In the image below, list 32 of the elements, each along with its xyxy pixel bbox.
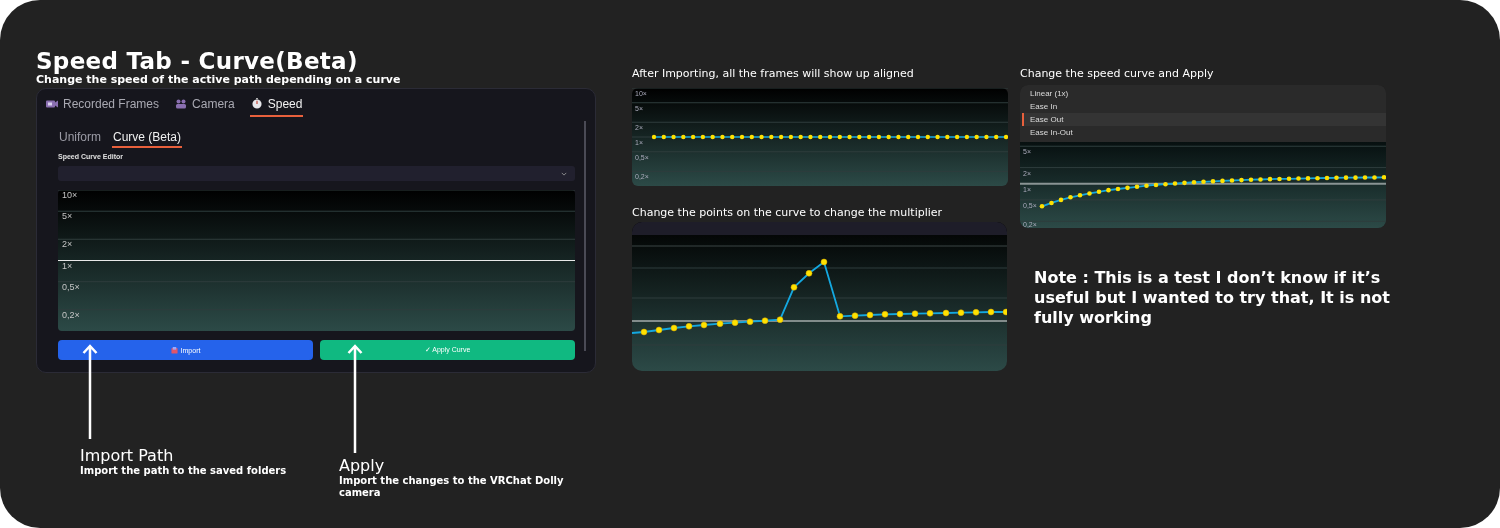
camera-icon bbox=[46, 98, 58, 109]
tab[interactable]: Recorded Frames bbox=[45, 95, 161, 117]
curve-dropdown[interactable] bbox=[58, 166, 575, 181]
mode-tab[interactable]: Uniform bbox=[58, 130, 102, 148]
stopwatch-icon bbox=[250, 98, 263, 109]
menu-item[interactable]: Ease In-Out bbox=[1022, 126, 1386, 139]
slide-title: Speed Tab - Curve(Beta) bbox=[36, 48, 359, 74]
menu-item[interactable]: Ease Out bbox=[1022, 113, 1386, 126]
scale-label: 10× bbox=[62, 190, 78, 200]
callout-text: Import the path to the saved folders bbox=[80, 465, 288, 477]
step-caption: Change the points on the curve to change the multiplier bbox=[632, 206, 944, 219]
step-caption: After Importing, all the frames will show up aligned bbox=[632, 67, 915, 80]
group-icon bbox=[175, 98, 188, 109]
menu-item[interactable]: Ease In bbox=[1022, 100, 1386, 113]
tab[interactable]: Camera bbox=[174, 95, 236, 117]
menu-item[interactable]: Linear (1x) bbox=[1022, 87, 1386, 100]
caret-icon bbox=[561, 171, 567, 176]
callout-title: Apply bbox=[339, 457, 386, 475]
mode-tab[interactable]: Curve (Beta) bbox=[112, 130, 183, 148]
callout-title: Import Path bbox=[80, 447, 175, 465]
slide-subtitle: Change the speed of the active path depending on a curve bbox=[36, 74, 402, 86]
scale-label: 2× bbox=[62, 239, 73, 250]
scale-label: 1× bbox=[62, 260, 73, 271]
box-icon bbox=[170, 346, 178, 354]
callout-text: Import the changes to the VRChat Dolly camera bbox=[339, 475, 565, 499]
scale-label: 5× bbox=[62, 211, 73, 222]
step-caption: Change the speed curve and Apply bbox=[1020, 67, 1215, 80]
note-text: Note : This is a test I don’t know if it’s useful but I wanted to try that, It is not fully working bbox=[1034, 268, 1391, 328]
scale-label: 0,2× bbox=[62, 309, 80, 320]
scale-label: 0,5× bbox=[62, 281, 80, 292]
tab[interactable]: Speed bbox=[249, 95, 304, 117]
scrollbar[interactable] bbox=[584, 121, 586, 351]
